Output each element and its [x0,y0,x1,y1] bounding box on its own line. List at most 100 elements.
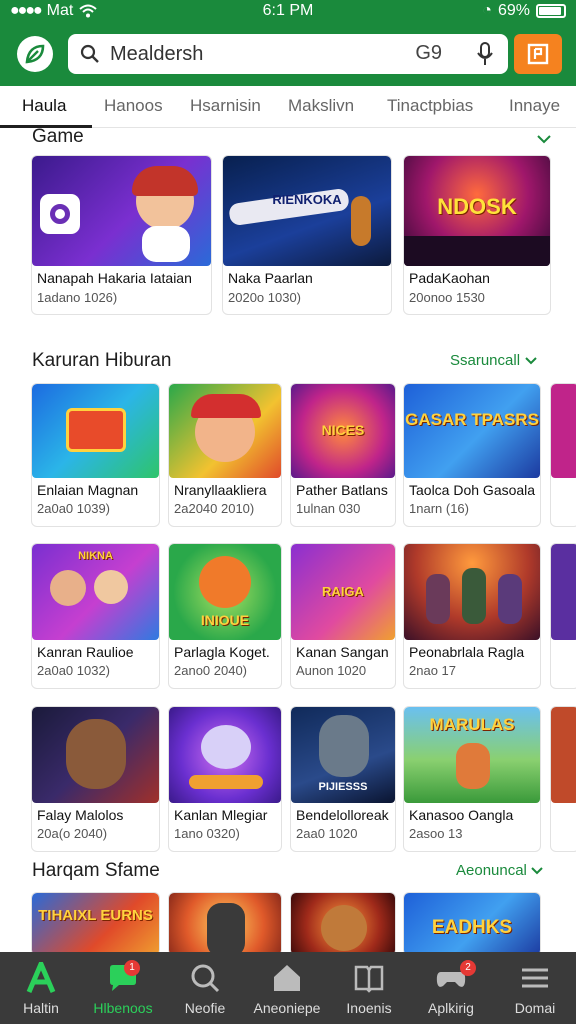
app-badge-icon [40,194,80,234]
tab-haula[interactable]: Haula [22,96,66,116]
game-card[interactable]: RAIGA Kanan Sangan Aunon 1020 [290,543,396,689]
nav-label: Aplkirig [428,1000,474,1016]
game-meta: 20onoo 1530 [409,290,485,305]
shop-button[interactable] [514,34,562,74]
game-meta: 2aa0 1020 [296,826,358,841]
game-card[interactable]: TIHAIXL EURNS [31,892,160,956]
game-card[interactable]: Enlaian Magnan 2a0a0 1039) [31,383,160,527]
thumbnail-text: PIJIESSS [318,781,368,793]
game-thumbnail [404,544,540,640]
nav-inoenis[interactable]: Inoenis [328,952,410,1024]
game-card[interactable]: GASAR TPASRS Taolca Doh Gasoala 1narn (1… [403,383,541,527]
game-card[interactable]: Falay Malolos 20a(o 2040) [31,706,160,852]
tab-hanoos[interactable]: Hanoos [104,96,163,116]
scan-icon[interactable]: G9 [415,42,442,65]
board-art [66,408,126,452]
notification-badge: 2 [460,960,476,976]
alarm-icon: ◔ [482,2,492,19]
section-title-harqam: Harqam Sfame [32,860,160,881]
thumbnail-text: TIHAIXL EURNS [38,907,153,924]
app-logo[interactable] [17,36,53,72]
game-card[interactable]: INIOUE Parlagla Koget. 2ano0 2040) [168,543,282,689]
character-art [66,719,126,789]
game-card[interactable]: Peonabrlala Ragla 2nao 17 [403,543,541,689]
thumbnail-text: NDOSK [437,194,517,219]
guitar-art [351,196,371,246]
tab-tinactpbias[interactable]: Tinactpbias [387,96,473,116]
character-art [50,570,86,606]
search-bar[interactable]: Mealdersh G9 [68,34,508,74]
bottom-navigation: Haltin 1 Hlbenoos Neofie Aneoniepe Inoen… [0,952,576,1024]
game-meta: 1ano 0320) [174,826,240,841]
search-input[interactable]: Mealdersh [110,43,203,66]
game-card-partial[interactable] [550,383,576,527]
game-thumbnail: PIJIESSS [291,707,395,803]
game-thumbnail: NICES [291,384,395,478]
shop-icon [527,43,549,65]
game-card[interactable]: Nranyllaakliera 2a2040 2010) [168,383,282,527]
game-thumbnail [551,707,576,803]
game-meta: 1narn (16) [409,501,469,516]
game-card[interactable]: NIKNA Kanran Raulioe 2a0a0 1032) [31,543,160,689]
section-title-game: Game [32,126,84,147]
game-thumbnail: NIKNA [32,544,159,640]
thumbnail-text: MARULAS [429,715,515,734]
thumbnail-text: GASAR TPASRS [405,410,539,429]
game-thumbnail: INIOUE [169,544,281,640]
game-card[interactable]: Kanlan Mlegiar 1ano 0320) [168,706,282,852]
character-art [456,743,490,789]
game-thumbnail [32,384,159,478]
game-card[interactable]: Nanapah Hakaria Iataian 1adano 1026) [31,155,212,315]
chevron-down-icon[interactable] [537,134,551,144]
game-card[interactable]: EADHKS [403,892,541,956]
status-right: ◔ 69% [482,2,566,20]
see-all-link[interactable]: Aeonuncal [456,862,544,880]
game-card[interactable] [168,892,282,956]
thumbnail-text: EADHKS [431,917,513,938]
game-card[interactable]: RIENKOKA Naka Paarlan 2020o 1030) [222,155,392,315]
game-thumbnail [169,707,281,803]
crowd-art [404,236,550,266]
see-all-link[interactable]: Ssaruncall [450,352,537,370]
game-thumbnail [551,544,576,640]
game-card[interactable]: PIJIESSS Bendelolloreak 2aa0 1020 [290,706,396,852]
game-title: Kanlan Mlegiar [174,807,268,823]
game-title: Peonabrlala Ragla [409,644,525,660]
game-title: Taolca Doh Gasoala [409,482,536,498]
game-card-partial[interactable] [550,543,576,689]
nav-home[interactable]: Haltin [0,952,82,1024]
nav-aneoniepe[interactable]: Aneoniepe [246,952,328,1024]
game-card[interactable] [290,892,396,956]
game-thumbnail [169,384,281,478]
search-icon [191,964,220,993]
game-title: Kanasoo Oangla [409,807,514,823]
game-thumbnail: NDOSK [404,156,550,266]
game-title: Kanran Raulioe [37,644,134,660]
thumbnail-text: INIOUE [200,612,250,628]
game-card[interactable]: MARULAS Kanasoo Oangla 2asoo 13 [403,706,541,852]
game-card[interactable]: NDOSK PadaKaohan 20onoo 1530 [403,155,551,315]
game-thumbnail: RAIGA [291,544,395,640]
game-title: PadaKaohan [409,270,490,286]
tab-innaye[interactable]: Innaye [509,96,560,116]
nav-label: Domai [514,1000,556,1016]
microphone-icon[interactable] [476,41,494,67]
menu-icon [522,968,548,988]
tab-makslivn[interactable]: Makslivn [288,96,354,116]
game-meta: 1ulnan 030 [296,501,361,516]
character-art [201,725,251,769]
section-title-hiburan: Karuran Hiburan [32,350,172,371]
game-thumbnail [32,156,211,266]
game-title: Falay Malolos [37,807,124,823]
status-bar: ●●●● Mat 6:1 PM ◔ 69% [0,0,576,24]
game-card[interactable]: NICES Pather Batlans 1ulnan 030 [290,383,396,527]
nav-label: Haltin [23,1000,59,1016]
nav-aplkirig[interactable]: 2 Aplkirig [410,952,492,1024]
game-card-partial[interactable] [550,706,576,852]
game-thumbnail: TIHAIXL EURNS [32,893,159,956]
nav-neofie[interactable]: Neofie [164,952,246,1024]
tab-hsarnisin[interactable]: Hsarnisin [190,96,261,116]
game-meta: 2020o 1030) [228,290,302,305]
nav-domai[interactable]: Domai [494,952,576,1024]
nav-hlbenoos[interactable]: 1 Hlbenoos [82,952,164,1024]
